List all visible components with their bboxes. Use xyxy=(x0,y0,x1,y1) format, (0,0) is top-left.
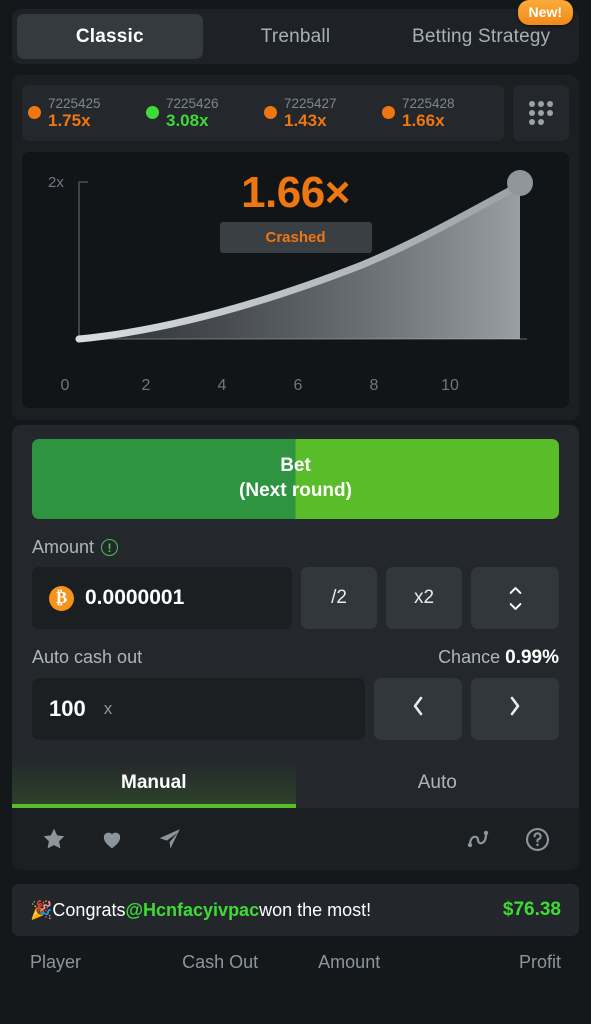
bet-button-line2: (Next round) xyxy=(239,480,352,501)
banner-amount: $76.38 xyxy=(502,899,561,920)
chart-xtick-label: 2 xyxy=(141,377,151,394)
chart-xtick-label: 0 xyxy=(60,377,70,394)
round-history-item[interactable]: 7225425 1.75x xyxy=(28,96,144,130)
new-badge: New! xyxy=(517,0,573,25)
header-profit: Profit xyxy=(518,951,561,972)
tab-manual[interactable]: Manual xyxy=(12,758,296,808)
amount-input-row: ₿ 0.0000001 /2 x2 xyxy=(32,567,559,629)
header-cashout: Cash Out xyxy=(182,951,259,972)
round-multiplier: 1.43x xyxy=(284,111,327,131)
banner-suffix: won the most! xyxy=(259,899,372,920)
round-history-bar: 7225425 1.75x 7225426 3.08x 7225427 1.43… xyxy=(22,85,569,141)
chevron-right-icon xyxy=(507,694,523,724)
crash-status-badge: Crashed xyxy=(219,222,372,253)
autocashout-value: 100 xyxy=(49,696,86,721)
game-panel: 7225425 1.75x 7225426 3.08x 7225427 1.43… xyxy=(12,75,579,420)
round-multiplier: 1.66x xyxy=(402,111,445,131)
party-icon: 🎉 xyxy=(30,899,53,920)
round-status-dot xyxy=(146,106,159,120)
amount-halve-button[interactable]: /2 xyxy=(301,567,377,629)
round-id: 7225426 xyxy=(166,95,219,111)
autocashout-label-row: Auto cash out Chance 0.99% xyxy=(32,647,559,669)
crash-game-app: Classic Trenball Betting Strategy New! 7… xyxy=(0,0,591,1024)
tab-classic[interactable]: Classic xyxy=(17,14,203,59)
autocashout-label: Auto cash out xyxy=(32,647,143,667)
header-player: Player xyxy=(30,951,82,972)
crash-chart: 2x 1.66× Crashed 0 2 4 6 8 10 xyxy=(22,152,569,408)
tab-manual-label: Manual xyxy=(121,772,187,793)
amount-stepper[interactable] xyxy=(471,567,559,629)
bet-mode-tabs: Manual Auto xyxy=(12,758,579,808)
chance-label: Chance xyxy=(438,647,501,667)
banner-username[interactable]: @Hcnfacyivpac xyxy=(125,900,259,921)
tab-betting-strategy-label: Betting Strategy xyxy=(411,25,551,47)
autocashout-decrease-button[interactable] xyxy=(374,678,462,740)
tab-trenball-label: Trenball xyxy=(260,25,331,47)
header-amount: Amount xyxy=(318,951,381,972)
banner-prefix: Congrats xyxy=(52,899,126,920)
amount-label-row: Amount ! xyxy=(32,537,559,558)
bet-controls-panel: Bet (Next round) Amount ! ₿ 0.0000001 /2… xyxy=(12,425,579,808)
chart-xaxis: 0 2 4 6 8 10 xyxy=(22,377,569,395)
chevron-left-icon xyxy=(410,694,426,724)
tab-trenball[interactable]: Trenball xyxy=(203,14,389,59)
round-multiplier: 1.75x xyxy=(48,111,91,131)
bets-table-header: Player Cash Out Amount Profit xyxy=(0,936,591,988)
chance-display: Chance 0.99% xyxy=(438,647,559,669)
chart-xtick-label: 8 xyxy=(369,377,379,394)
amount-label: Amount xyxy=(32,537,95,557)
chart-xtick-label: 4 xyxy=(217,377,227,394)
amount-double-button[interactable]: x2 xyxy=(386,567,462,629)
chance-value: 0.99% xyxy=(505,647,559,668)
autocashout-unit: x xyxy=(103,699,113,718)
round-history-item[interactable]: 7225426 3.08x xyxy=(146,96,262,130)
round-multiplier: 3.08x xyxy=(166,111,209,131)
round-history-list: 7225425 1.75x 7225426 3.08x 7225427 1.43… xyxy=(22,85,504,141)
history-grid-button[interactable] xyxy=(513,85,569,141)
grid-dots-icon xyxy=(529,101,553,125)
bet-button[interactable]: Bet (Next round) xyxy=(32,439,559,519)
current-multiplier: 1.66× xyxy=(241,168,350,217)
round-status-dot xyxy=(264,106,277,120)
round-status-dot xyxy=(382,106,395,120)
amount-value: 0.0000001 xyxy=(85,586,185,609)
round-id: 7225427 xyxy=(284,95,337,111)
send-icon[interactable] xyxy=(156,825,184,853)
round-status-dot xyxy=(28,106,41,120)
bitcoin-icon: ₿ xyxy=(49,585,74,611)
game-mode-tabbar: Classic Trenball Betting Strategy New! xyxy=(12,0,579,64)
star-icon[interactable] xyxy=(40,825,68,853)
bet-button-line1: Bet xyxy=(280,455,311,477)
tab-classic-label: Classic xyxy=(75,25,144,47)
warning-icon[interactable]: ! xyxy=(101,539,119,556)
tab-auto[interactable]: Auto xyxy=(296,758,580,808)
winner-banner-wrap: 🎉 Congrats @Hcnfacyivpac won the most! $… xyxy=(12,884,579,936)
help-icon[interactable] xyxy=(523,825,551,853)
round-history-item[interactable]: 7225428 1.66x xyxy=(382,96,498,130)
chart-xtick-label: 6 xyxy=(293,377,303,394)
trend-curve-icon[interactable] xyxy=(465,825,493,853)
round-id: 7225425 xyxy=(48,95,101,111)
round-history-item[interactable]: 7225427 1.43x xyxy=(264,96,380,130)
stepper-updown-icon xyxy=(509,584,522,613)
autocashout-input-row: 100 x xyxy=(32,678,559,740)
heart-icon[interactable] xyxy=(98,825,126,853)
tab-auto-label: Auto xyxy=(417,772,457,793)
round-id: 7225428 xyxy=(402,95,455,111)
chart-xtick-label: 10 xyxy=(441,377,459,394)
amount-halve-label: /2 xyxy=(331,587,347,608)
autocashout-input[interactable]: 100 x xyxy=(32,678,365,740)
action-icon-bar xyxy=(12,808,579,870)
autocashout-increase-button[interactable] xyxy=(471,678,559,740)
winner-banner[interactable]: 🎉 Congrats @Hcnfacyivpac won the most! $… xyxy=(12,884,579,936)
amount-double-label: x2 xyxy=(413,587,435,608)
amount-input[interactable]: ₿ 0.0000001 xyxy=(32,567,292,629)
